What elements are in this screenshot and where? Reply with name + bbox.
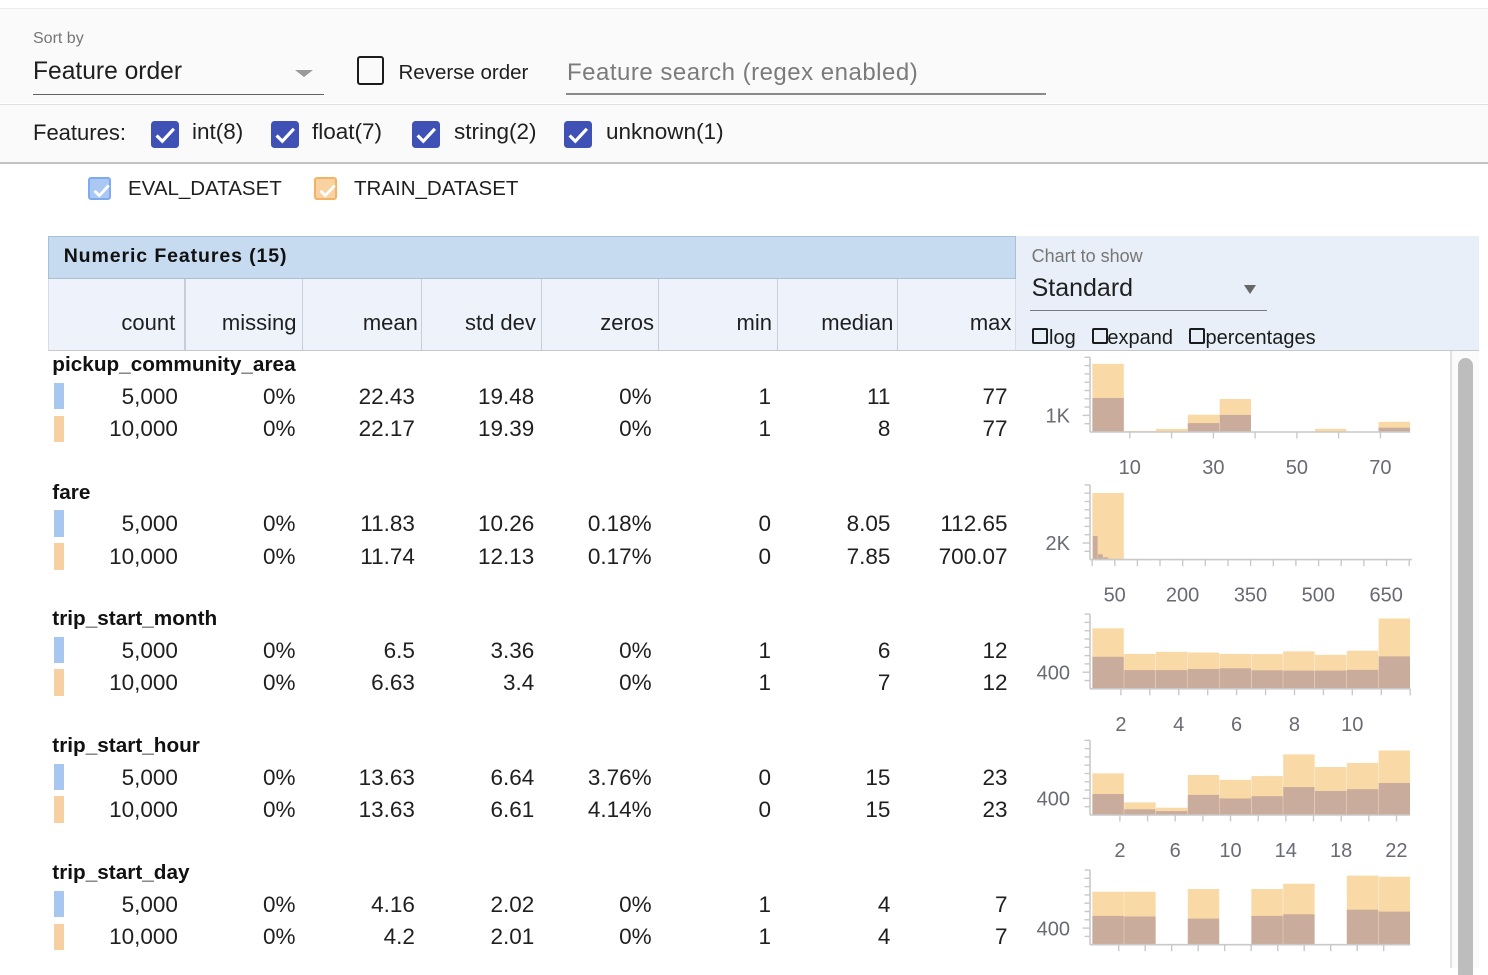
svg-text:650: 650 (1370, 585, 1403, 607)
svg-text:400: 400 (1037, 789, 1070, 811)
svg-text:500: 500 (1302, 585, 1335, 607)
svg-text:350: 350 (1234, 585, 1267, 607)
svg-text:400: 400 (1037, 918, 1070, 940)
svg-text:400: 400 (1037, 662, 1070, 684)
svg-text:10: 10 (1119, 457, 1141, 479)
svg-text:70: 70 (1369, 457, 1391, 479)
svg-text:2K: 2K (1046, 533, 1071, 555)
svg-text:1K: 1K (1046, 406, 1071, 428)
svg-text:50: 50 (1104, 585, 1126, 607)
svg-text:200: 200 (1166, 585, 1199, 607)
svg-text:50: 50 (1286, 457, 1308, 479)
svg-text:30: 30 (1202, 457, 1224, 479)
